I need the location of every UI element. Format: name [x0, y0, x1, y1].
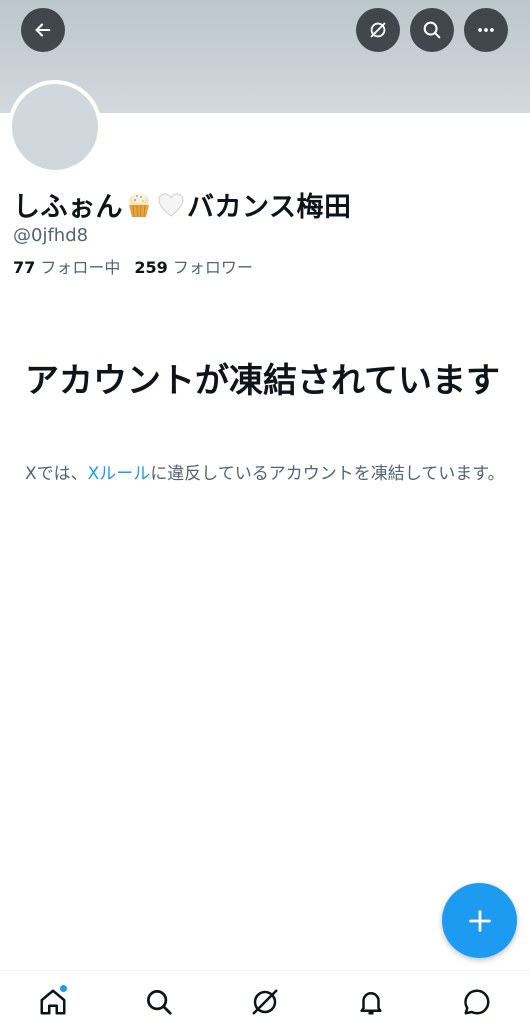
grok-button[interactable]: [356, 8, 400, 52]
back-button[interactable]: [21, 8, 65, 52]
nav-grok[interactable]: [248, 985, 282, 1019]
nav-search[interactable]: [142, 985, 176, 1019]
search-icon: [423, 21, 441, 39]
following-label: フォロー中: [40, 258, 121, 277]
followers-label: フォロワー: [172, 258, 253, 277]
plus-icon: [468, 909, 491, 932]
search-button[interactable]: [410, 8, 454, 52]
more-button[interactable]: [464, 8, 508, 52]
notice-prefix: Xでは、: [25, 464, 88, 484]
notice-suffix: に違反しているアカウントを凍結しています。: [150, 464, 505, 484]
profile-page: しふぉん バカンス梅田 @0jfhd8 77 フォロー中 259 フォロワー アカ…: [0, 0, 530, 1024]
grok-icon: [252, 989, 278, 1015]
more-icon: [478, 28, 494, 32]
cupcake-emoji: [129, 192, 149, 217]
user-handle: @0jfhd8: [13, 225, 89, 246]
followers-link[interactable]: 259 フォロワー: [134, 258, 253, 277]
avatar-image: [12, 84, 98, 170]
suspended-description: Xでは、Xルールに違反しているアカウントを凍結しています。: [25, 462, 505, 486]
compose-button[interactable]: [442, 883, 517, 958]
arrow-left-icon: [35, 23, 51, 37]
suspended-title: アカウントが凍結されています: [25, 361, 500, 401]
follow-stats: 77 フォロー中 259 フォロワー: [13, 254, 253, 278]
chat-bubble-icon: [464, 989, 490, 1015]
bell-icon: [360, 992, 382, 1015]
bottom-navigation: [0, 970, 530, 1024]
following-count: 77: [13, 258, 36, 277]
nav-messages[interactable]: [460, 985, 494, 1019]
search-icon: [147, 990, 172, 1015]
display-name-part1: しふぉん: [13, 192, 123, 223]
nav-home[interactable]: [36, 984, 70, 1019]
white-heart-emoji: [158, 192, 184, 217]
display-name-part2: バカンス梅田: [187, 192, 352, 223]
notification-dot: [59, 984, 68, 993]
display-name: しふぉん バカンス梅田: [13, 185, 351, 224]
followers-count: 259: [134, 258, 168, 277]
following-link[interactable]: 77 フォロー中: [13, 258, 120, 277]
x-rules-link[interactable]: Xルール: [88, 464, 151, 484]
avatar[interactable]: [8, 80, 102, 174]
nav-notifications[interactable]: [354, 985, 388, 1019]
grok-icon: [370, 22, 386, 38]
